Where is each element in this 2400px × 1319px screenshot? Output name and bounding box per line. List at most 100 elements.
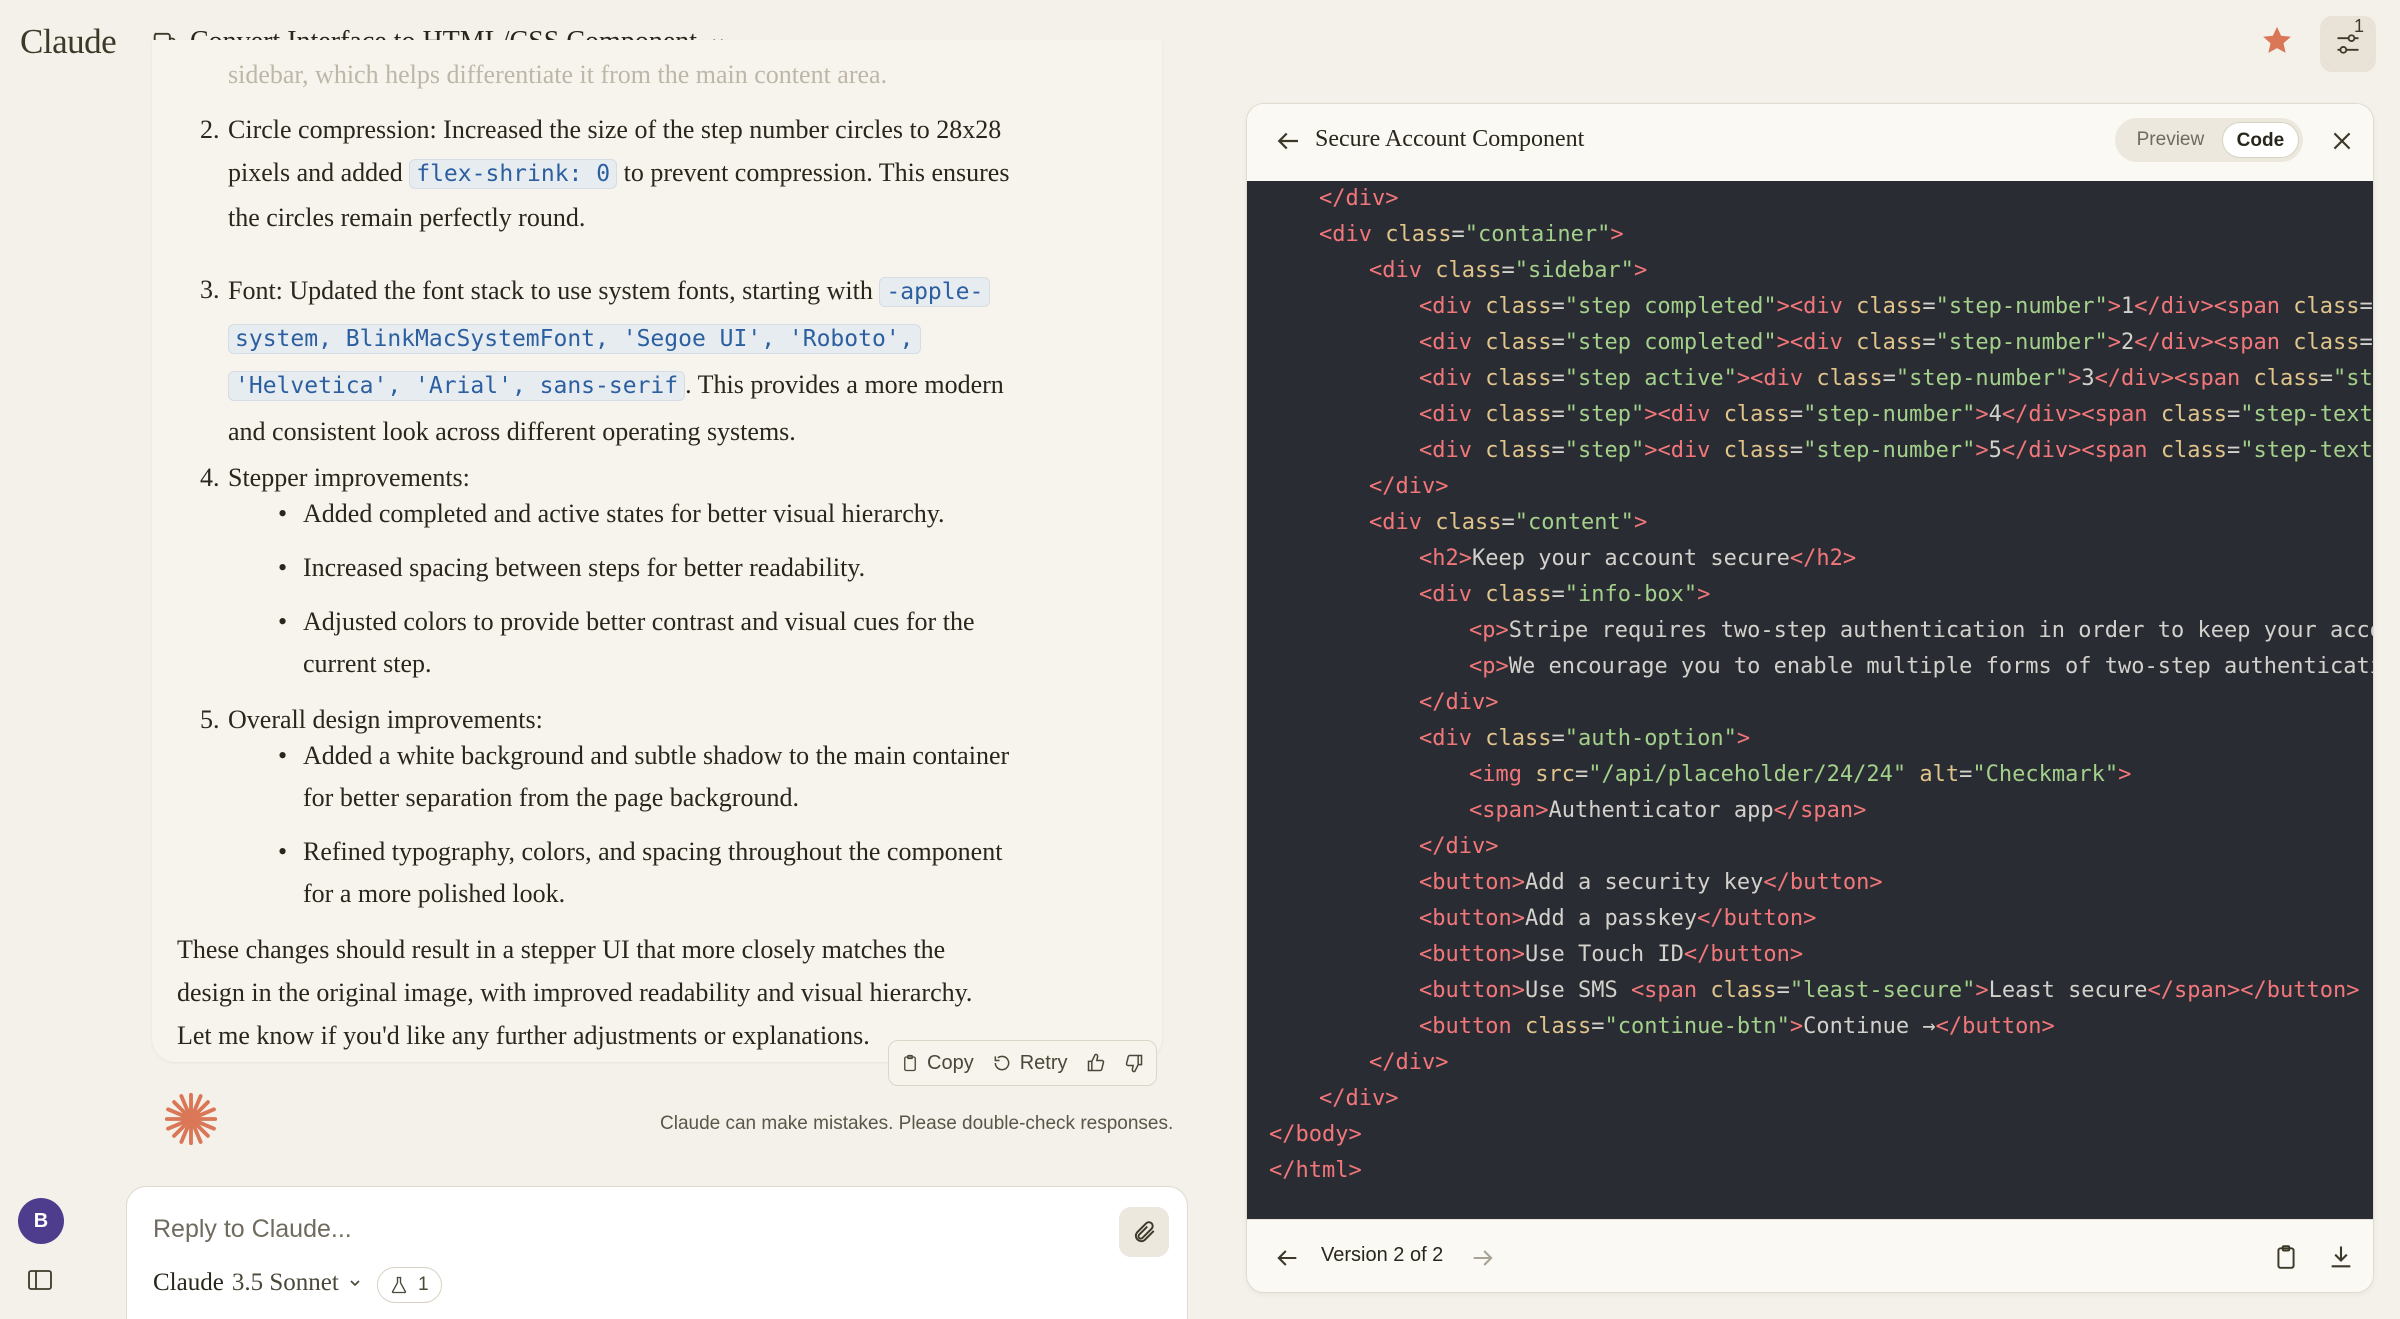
list-item-text: Font: Updated the font stack to use syst… xyxy=(228,268,1098,315)
artifact-footer: Version 2 of 2 xyxy=(1247,1219,2373,1292)
tab-preview[interactable]: Preview xyxy=(2119,129,2222,151)
inline-code: 'Helvetica', 'Arial', sans-serif xyxy=(228,371,686,401)
text-span: to prevent compression. This ensures xyxy=(617,158,1010,187)
code-line: </div> xyxy=(1319,1086,1399,1111)
feature-count: 1 xyxy=(418,1274,429,1295)
list-item-text: the circles remain perfectly round. xyxy=(228,203,586,232)
code-line: </div> xyxy=(1419,690,1499,715)
bullet-text: Adjusted colors to provide better contra… xyxy=(303,607,975,636)
version-label: Version 2 of 2 xyxy=(1321,1244,1444,1266)
attach-button[interactable] xyxy=(1119,1207,1169,1257)
closing-paragraph: These changes should result in a stepper… xyxy=(177,928,1077,1057)
code-line: </div> xyxy=(1369,474,1449,499)
code-line: <p>Stripe requires two-step authenticati… xyxy=(1469,618,2373,643)
list-item-text: system, BlinkMacSystemFont, 'Segoe UI', … xyxy=(228,315,1098,362)
code-line: <div class="step active"><div class="ste… xyxy=(1419,366,2373,391)
code-line: <button class="continue-btn">Continue →<… xyxy=(1419,1014,2055,1039)
closing-line: These changes should result in a stepper… xyxy=(177,935,946,964)
code-line: <div class="sidebar"> xyxy=(1369,258,1648,283)
tab-code[interactable]: Code xyxy=(2221,122,2299,158)
settings-badge: 1 xyxy=(2354,16,2365,36)
text-span: Font: Updated the font stack to use syst… xyxy=(228,276,880,305)
list-number: 2. xyxy=(200,115,220,144)
reply-input[interactable] xyxy=(153,1215,1053,1244)
code-line: <button>Add a security key</button> xyxy=(1419,870,1883,895)
reply-box: Claude 3.5 Sonnet 1 xyxy=(126,1186,1188,1319)
clipboard-icon xyxy=(904,1054,916,1072)
faded-text: sidebar, which helps differentiate it fr… xyxy=(228,60,888,89)
close-icon[interactable] xyxy=(2329,128,2355,154)
list-item-text: and consistent look across different ope… xyxy=(228,417,796,446)
code-line: </body> xyxy=(1269,1122,1362,1147)
thumbs-up-icon[interactable] xyxy=(1086,1053,1106,1073)
list-item: Circle compression: Increased the size o… xyxy=(228,108,1098,239)
user-avatar[interactable]: B xyxy=(18,1198,64,1244)
code-line: <div class="step completed"><div class="… xyxy=(1419,330,2373,355)
code-line: </div> xyxy=(1369,1050,1449,1075)
code-line: <button>Use SMS <span class="least-secur… xyxy=(1419,978,2360,1003)
code-line: <button>Use Touch ID</button> xyxy=(1419,942,1804,967)
star-icon[interactable] xyxy=(2260,24,2294,58)
sidebar-toggle-icon[interactable] xyxy=(28,1270,52,1290)
copy-label: Copy xyxy=(927,1051,974,1074)
bullet-text: for a more polished look. xyxy=(303,879,566,908)
retry-button[interactable]: Retry xyxy=(992,1052,1068,1075)
chevron-down-icon xyxy=(350,1280,360,1287)
code-line: <div class="step"><div class="step-numbe… xyxy=(1419,402,2373,427)
app-logo[interactable]: Claude xyxy=(20,22,117,62)
list-number: 3. xyxy=(200,275,220,304)
code-line: <div class="step"><div class="step-numbe… xyxy=(1419,438,2373,463)
code-line: <h2>Keep your account secure</h2> xyxy=(1419,546,1857,571)
code-line: <div class="info-box"> xyxy=(1419,582,1711,607)
text-span: pixels and added xyxy=(228,158,410,187)
model-version: 3.5 Sonnet xyxy=(231,1269,339,1296)
closing-line: design in the original image, with impro… xyxy=(177,978,973,1007)
arrow-left-icon[interactable] xyxy=(1273,126,1303,156)
arrow-right-icon[interactable] xyxy=(1469,1244,1497,1272)
arrow-left-icon[interactable] xyxy=(1273,1244,1301,1272)
list-item-text: pixels and added flex-shrink: 0 to preve… xyxy=(228,151,1098,196)
code-line: <div class="auth-option"> xyxy=(1419,726,1751,751)
code-line: <span>Authenticator app</span> xyxy=(1469,798,1867,823)
paperclip-icon xyxy=(1134,1221,1155,1243)
code-line: <button>Add a passkey</button> xyxy=(1419,906,1817,931)
list-number: 4. xyxy=(200,463,220,492)
assistant-message: sidebar, which helps differentiate it fr… xyxy=(152,40,1162,1062)
model-selector[interactable]: Claude 3.5 Sonnet xyxy=(153,1269,363,1297)
code-line: <div class="step completed"><div class="… xyxy=(1419,294,2373,319)
download-icon[interactable] xyxy=(2327,1242,2355,1272)
view-toggle: Preview Code xyxy=(2115,118,2303,162)
code-viewer[interactable]: </div> <div class="container"> <div class=… xyxy=(1247,181,2373,1219)
thumbs-down-icon[interactable] xyxy=(1124,1053,1144,1073)
code-line: <p>We encourage you to enable multiple f… xyxy=(1469,654,2373,679)
code-line: </div> xyxy=(1319,186,1399,211)
code-line: <div class="content"> xyxy=(1369,510,1648,535)
artifact-header: Secure Account Component Preview Code xyxy=(1247,104,2373,181)
inline-code: -apple- xyxy=(879,277,991,307)
list-item-text: 'Helvetica', 'Arial', sans-serif. This p… xyxy=(228,362,1098,409)
bullet-text: Increased spacing between steps for bett… xyxy=(303,553,866,582)
code-line: <div class="container"> xyxy=(1319,222,1624,247)
retry-icon xyxy=(994,1055,1010,1071)
inline-code: flex-shrink: 0 xyxy=(409,159,618,189)
list-number: 5. xyxy=(200,705,220,734)
code-line: </html> xyxy=(1269,1158,1362,1183)
flask-icon xyxy=(391,1276,407,1294)
settings-button[interactable] xyxy=(2320,16,2376,72)
model-name: Claude xyxy=(153,1269,224,1296)
list-item: Font: Updated the font stack to use syst… xyxy=(228,268,1098,454)
bullet-text: for better separation from the page back… xyxy=(303,783,799,812)
text-span: . This provides a more modern xyxy=(685,370,1004,399)
artifact-panel: Secure Account Component Preview Code </… xyxy=(1246,103,2374,1293)
message-actions: Copy Retry xyxy=(888,1040,1157,1086)
code-line: <img src="/api/placeholder/24/24" alt="C… xyxy=(1469,762,2132,787)
bullet-text: Added completed and active states for be… xyxy=(303,499,945,528)
claude-spark-icon xyxy=(164,1092,218,1146)
bullet-text: current step. xyxy=(303,649,432,678)
bullet-text: Refined typography, colors, and spacing … xyxy=(303,837,1003,866)
feature-badge[interactable]: 1 xyxy=(377,1267,442,1303)
copy-button[interactable]: Copy xyxy=(901,1052,974,1075)
disclaimer-text: Claude can make mistakes. Please double-… xyxy=(660,1113,1174,1134)
clipboard-icon[interactable] xyxy=(2273,1242,2299,1272)
artifact-title: Secure Account Component xyxy=(1315,126,1585,152)
